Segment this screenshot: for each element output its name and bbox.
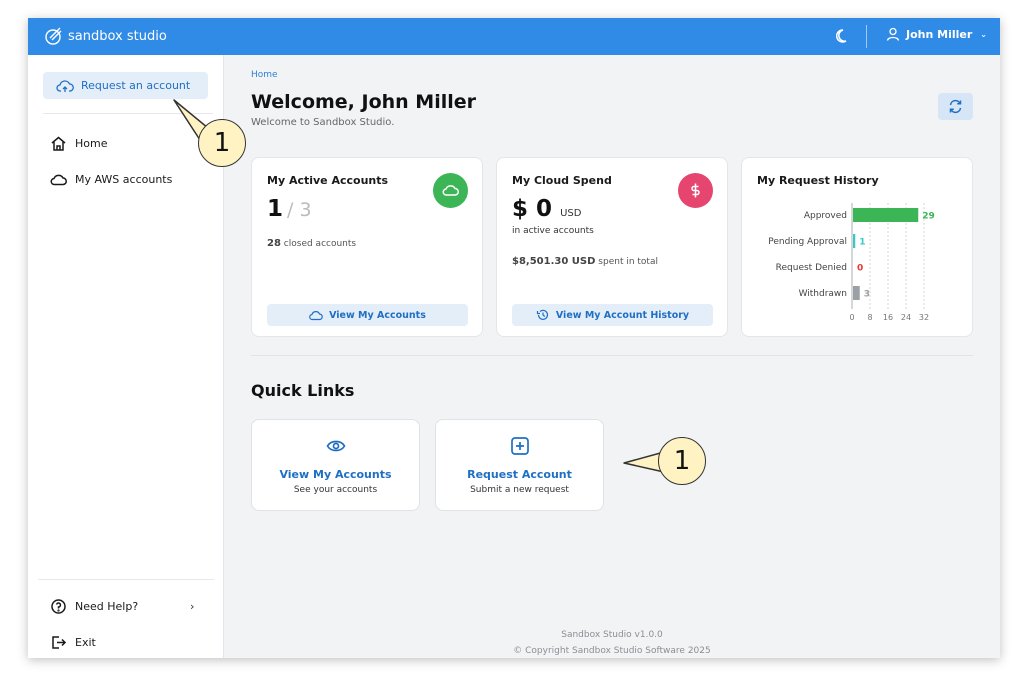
user-name: John Miller — [906, 27, 973, 41]
sidebar-item-label: Need Help? — [75, 600, 139, 613]
x-tick-label: 16 — [883, 313, 893, 322]
sidebar-bottom-divider — [38, 579, 214, 580]
cloud-icon — [309, 311, 323, 321]
spend-unit: USD — [560, 208, 582, 219]
spend-amount: $ 0 USD — [512, 196, 581, 222]
spend-sub: in active accounts — [512, 226, 594, 236]
request-account-label: Request an account — [81, 79, 191, 92]
refresh-button[interactable] — [938, 93, 973, 120]
refresh-icon — [949, 99, 962, 114]
card-title: My Request History — [757, 174, 879, 187]
category-label: Withdrawn — [799, 289, 847, 299]
brand-logo[interactable]: sandbox studio — [44, 26, 167, 46]
x-tick-label: 0 — [849, 313, 854, 322]
top-bar: sandbox studio John Miller ⌄ — [28, 18, 1000, 55]
history-icon — [536, 309, 548, 320]
spend-value: 0 — [536, 196, 553, 222]
x-tick-label: 24 — [901, 313, 911, 322]
section-divider — [251, 355, 973, 356]
sidebar-item-home[interactable]: Home — [50, 135, 107, 152]
request-history-card: My Request History 0 8 16 24 32 Approved 29 Pen… — [741, 157, 973, 337]
card-title: My Cloud Spend — [512, 174, 612, 187]
main-content: Home Welcome, John Miller Welcome to San… — [224, 55, 1000, 658]
quick-link-sub: Submit a new request — [470, 485, 569, 495]
plus-square-icon — [511, 437, 529, 455]
sidebar-item-help[interactable]: Need Help? › — [50, 598, 200, 615]
closed-label: closed accounts — [283, 239, 357, 249]
active-count-value: 1 — [267, 196, 284, 222]
request-history-chart: 0 8 16 24 32 Approved 29 Pending Approval 1 Reque… — [768, 203, 935, 322]
callout-badge: 1 — [198, 119, 246, 167]
help-circle-icon — [51, 599, 66, 614]
value-label: 0 — [857, 264, 863, 274]
spend-total-label: spent in total — [598, 257, 658, 267]
cloud-icon — [442, 185, 459, 196]
page-title: Welcome, John Miller — [251, 91, 477, 113]
category-label: Request Denied — [776, 263, 847, 273]
value-label: 29 — [922, 212, 935, 222]
user-menu[interactable]: John Miller ⌄ — [886, 27, 987, 41]
quick-link-view-accounts[interactable]: View My Accounts See your accounts — [251, 419, 420, 511]
spend-total-amount: $8,501.30 USD — [512, 256, 596, 267]
chevron-right-icon: › — [190, 600, 195, 613]
callout-badge: 1 — [658, 437, 706, 485]
sidebar-item-label: Exit — [75, 636, 96, 649]
category-label: Approved — [804, 211, 847, 221]
button-label: View My Account History — [555, 309, 690, 321]
bar[interactable] — [853, 234, 856, 248]
view-my-accounts-button[interactable]: View My Accounts — [267, 304, 468, 326]
cloud-spend-card: My Cloud Spend $ 0 USD in active account… — [496, 157, 728, 337]
quick-link-request-account[interactable]: Request Account Submit a new request — [435, 419, 604, 511]
header-divider — [866, 25, 867, 48]
value-label: 3 — [864, 290, 870, 300]
button-label: View My Accounts — [329, 309, 426, 321]
home-icon — [51, 136, 66, 151]
sidebar-item-label: Home — [75, 137, 108, 150]
spend-badge — [678, 173, 713, 208]
active-badge — [433, 173, 468, 208]
footer-copyright: © Copyright Sandbox Studio Software 2025 — [513, 646, 711, 656]
active-count: 1/ 3 — [267, 196, 312, 222]
value-label: 1 — [859, 238, 865, 248]
quick-links-title: Quick Links — [251, 381, 355, 400]
quick-link-sub: See your accounts — [293, 485, 378, 495]
quick-link-label: View My Accounts — [279, 468, 392, 481]
sidebar-item-exit[interactable]: Exit — [50, 634, 96, 651]
request-account-button[interactable]: Request an account — [43, 72, 208, 99]
category-label: Pending Approval — [768, 237, 847, 247]
moon-icon[interactable] — [834, 27, 852, 45]
sidebar-item-label: My AWS accounts — [75, 173, 173, 186]
chevron-down-icon: ⌄ — [980, 29, 987, 39]
closed-accounts: 28 closed accounts — [267, 238, 356, 249]
x-tick-label: 8 — [867, 313, 872, 322]
bar[interactable] — [853, 208, 919, 222]
sandbox-logo-icon — [45, 27, 62, 45]
cloud-icon — [50, 174, 67, 186]
view-account-history-button[interactable]: View My Account History — [512, 304, 713, 326]
dollar-icon — [691, 183, 700, 198]
active-accounts-card: My Active Accounts 1/ 3 28 closed accoun… — [251, 157, 483, 337]
quick-link-label: Request Account — [467, 468, 572, 481]
sidebar-item-aws-accounts[interactable]: My AWS accounts — [50, 171, 172, 188]
card-title: My Active Accounts — [267, 174, 389, 187]
x-tick-label: 32 — [919, 313, 929, 322]
user-icon — [886, 27, 900, 41]
currency-symbol: $ — [512, 196, 529, 222]
bar[interactable] — [853, 286, 860, 300]
eye-icon — [326, 440, 346, 452]
page-subtitle: Welcome to Sandbox Studio. — [251, 117, 395, 128]
closed-count: 28 — [267, 238, 281, 249]
exit-icon — [52, 636, 67, 649]
active-total: / 3 — [287, 199, 312, 221]
footer-version: Sandbox Studio v1.0.0 — [561, 630, 663, 640]
cloud-upload-icon — [56, 79, 74, 92]
breadcrumb[interactable]: Home — [251, 70, 278, 80]
spend-total: $8,501.30 USD spent in total — [512, 256, 658, 267]
brand-name: sandbox studio — [68, 28, 167, 44]
